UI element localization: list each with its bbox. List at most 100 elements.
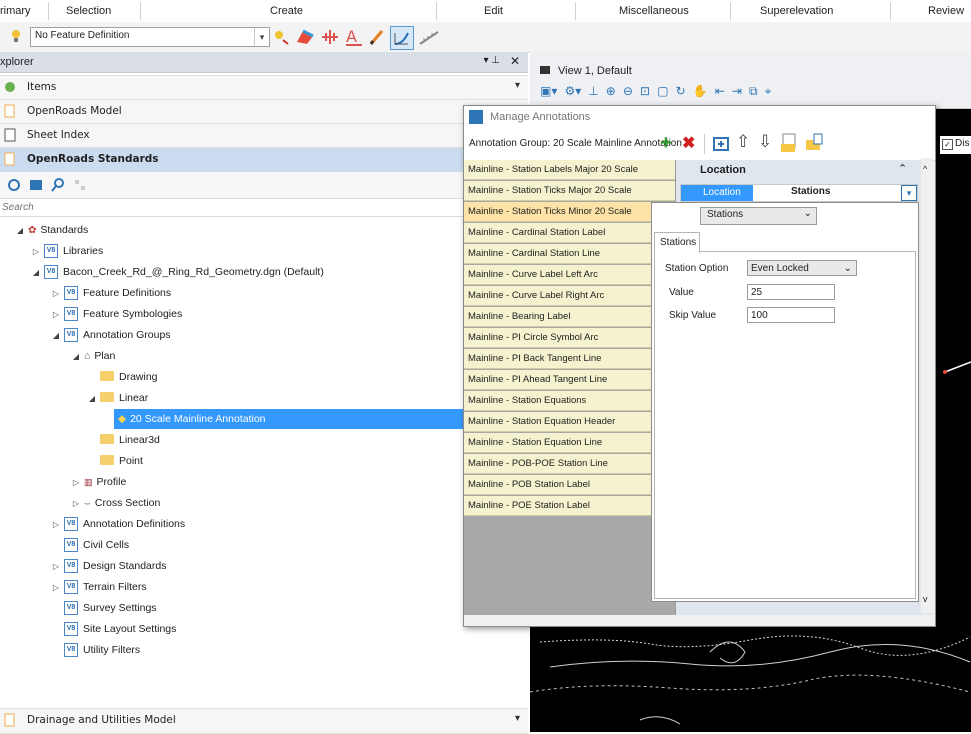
- refresh-icon[interactable]: [6, 177, 22, 196]
- annotation-list-item[interactable]: Mainline - POB-POE Station Line: [464, 454, 675, 474]
- annotation-list-item[interactable]: Mainline - Curve Label Left Arc: [464, 265, 675, 285]
- chevron-down-icon[interactable]: ▾: [515, 80, 520, 91]
- annotation-list-item[interactable]: Mainline - PI Ahead Tangent Line: [464, 370, 675, 390]
- station-option-select[interactable]: Even Locked ⌄: [747, 260, 857, 276]
- annotation-list-item[interactable]: Mainline - Bearing Label: [464, 307, 675, 327]
- annotation-list-item[interactable]: Mainline - Station Equations: [464, 391, 675, 411]
- tree-node-feature-definitions[interactable]: ▷ V8 Feature Definitions: [48, 283, 171, 303]
- delete-icon[interactable]: ✖: [682, 133, 695, 153]
- collapse-icon[interactable]: ◢: [12, 221, 28, 241]
- tree-node-standards[interactable]: ◢ ✿ Standards: [12, 220, 88, 240]
- feature-definition-icon[interactable]: [8, 28, 24, 44]
- view-attributes-icon[interactable]: ▣▾: [540, 84, 557, 98]
- tree-node-plan[interactable]: ◢ ⌂ Plan: [68, 346, 115, 366]
- next-view-icon[interactable]: ⇥: [732, 84, 742, 98]
- location-row[interactable]: Location Stations ▾: [680, 184, 918, 202]
- annotation-list-item[interactable]: Mainline - Station Ticks Major 20 Scale: [464, 181, 675, 201]
- tree-node-design-standards[interactable]: ▷ V8 Design Standards: [48, 556, 166, 576]
- find-icon[interactable]: [50, 177, 66, 196]
- expand-icon[interactable]: ▷: [28, 242, 44, 262]
- pan-icon[interactable]: ✋: [693, 84, 708, 98]
- tree-node-annotation-groups[interactable]: ◢ V8 Annotation Groups: [48, 325, 171, 345]
- station-marker-icon[interactable]: [320, 28, 340, 49]
- chevron-down-icon[interactable]: ▾: [515, 713, 520, 724]
- previous-view-icon[interactable]: ⇤: [715, 84, 725, 98]
- expand-icon[interactable]: ▷: [68, 494, 84, 514]
- section-openroads-model[interactable]: OpenRoads Model: [0, 99, 528, 125]
- tab-edit[interactable]: Edit: [484, 5, 503, 17]
- display-toggle[interactable]: ✓ Dis: [940, 136, 971, 154]
- camera-icon[interactable]: ⌖: [765, 84, 772, 98]
- annotation-list-item[interactable]: Mainline - PI Back Tangent Line: [464, 349, 675, 369]
- library-icon[interactable]: [28, 177, 44, 196]
- tree-node-linear[interactable]: ◢ Linear: [84, 388, 148, 408]
- tree-node-linear3d[interactable]: Linear3d: [100, 430, 160, 450]
- annotation-group-icon[interactable]: [390, 26, 414, 50]
- display-style-icon[interactable]: ⚙▾: [564, 84, 581, 98]
- zoom-in-icon[interactable]: ⊕: [606, 84, 616, 98]
- expand-icon[interactable]: ▷: [48, 284, 64, 304]
- tree-node-feature-symbologies[interactable]: ▷ V8 Feature Symbologies: [48, 304, 182, 324]
- tab-selection[interactable]: Selection: [66, 5, 111, 17]
- section-openroads-standards[interactable]: OpenRoads Standards: [0, 147, 528, 173]
- section-drainage[interactable]: Drainage and Utilities Model ▾: [0, 708, 528, 734]
- expand-icon[interactable]: ▷: [48, 557, 64, 577]
- collapse-icon[interactable]: ◢: [68, 347, 84, 367]
- fit-view-icon[interactable]: ▢: [657, 84, 668, 98]
- export-icon[interactable]: [804, 132, 824, 157]
- search-box[interactable]: [0, 198, 528, 217]
- value-input[interactable]: 25: [747, 284, 835, 300]
- stations-combo[interactable]: Stations ⌄: [700, 207, 817, 225]
- add-icon[interactable]: +: [660, 132, 672, 155]
- section-sheet-index[interactable]: Sheet Index: [0, 123, 528, 149]
- feature-symbology-icon[interactable]: [272, 28, 290, 49]
- tab-superelevation[interactable]: Superelevation: [760, 5, 833, 17]
- tree-node-utility-filters[interactable]: V8 Utility Filters: [64, 640, 140, 660]
- scroll-down-icon[interactable]: v: [923, 594, 928, 604]
- annotation-list-item[interactable]: Mainline - PI Circle Symbol Arc: [464, 328, 675, 348]
- checkbox-icon[interactable]: ✓: [942, 139, 953, 150]
- expand-icon[interactable]: ▷: [48, 515, 64, 535]
- annotation-list-item[interactable]: Mainline - Curve Label Right Arc: [464, 286, 675, 306]
- tree-node-annotation-definitions[interactable]: ▷ V8 Annotation Definitions: [48, 514, 185, 534]
- annotation-list-item[interactable]: Mainline - Station Equation Header: [464, 412, 675, 432]
- tree-node-profile[interactable]: ▷ ▥ Profile: [68, 472, 126, 492]
- annotation-list-item[interactable]: Mainline - Station Ticks Minor 20 Scale: [464, 202, 675, 222]
- scroll-up-icon[interactable]: ^: [923, 164, 927, 174]
- tree-node-dgn[interactable]: ◢ V8 Bacon_Creek_Rd_@_Ring_Rd_Geometry.dgn…: [28, 262, 324, 282]
- update-icon[interactable]: ⊥: [588, 84, 598, 98]
- copy-view-icon[interactable]: ⧉: [749, 84, 758, 98]
- chevron-up-icon[interactable]: ⌃: [898, 162, 907, 175]
- section-items[interactable]: Items ▾: [0, 75, 528, 101]
- annotation-list-item[interactable]: Mainline - Cardinal Station Label: [464, 223, 675, 243]
- move-down-icon[interactable]: ⇩: [758, 132, 772, 152]
- collapse-icon[interactable]: ◢: [84, 389, 100, 409]
- tree-node-survey-settings[interactable]: V8 Survey Settings: [64, 598, 157, 618]
- tree-node-cross-section[interactable]: ▷ ⌣ Cross Section: [68, 493, 160, 513]
- annotation-list-item[interactable]: Mainline - Cardinal Station Line: [464, 244, 675, 264]
- window-area-icon[interactable]: ⊡: [640, 84, 650, 98]
- tree-node-libraries[interactable]: ▷ V8 Libraries: [28, 241, 103, 261]
- annotation-list-item[interactable]: Mainline - POE Station Label: [464, 496, 675, 516]
- annotation-list-item[interactable]: Mainline - Station Equation Line: [464, 433, 675, 453]
- skip-value-input[interactable]: 100: [747, 307, 835, 323]
- tab-primary[interactable]: rimary: [0, 5, 31, 17]
- filter-icon[interactable]: [72, 177, 88, 196]
- pin-icon[interactable]: ▾ ⊥: [483, 55, 500, 66]
- import-icon[interactable]: [780, 132, 800, 157]
- insert-icon[interactable]: [712, 134, 732, 157]
- collapse-icon[interactable]: ◢: [48, 326, 64, 346]
- chevron-down-icon[interactable]: ⌄: [804, 208, 812, 219]
- close-icon[interactable]: ✕: [510, 54, 520, 68]
- tab-review[interactable]: Review: [928, 5, 964, 17]
- tab-create[interactable]: Create: [270, 5, 303, 17]
- chevron-down-icon[interactable]: ▾: [254, 28, 269, 46]
- tree-node-site-layout-settings[interactable]: V8 Site Layout Settings: [64, 619, 176, 639]
- feature-definition-select[interactable]: No Feature Definition ▾: [30, 27, 270, 47]
- tab-miscellaneous[interactable]: Miscellaneous: [619, 5, 689, 17]
- annotation-list-item[interactable]: Mainline - Station Labels Major 20 Scale: [464, 160, 675, 180]
- element-color-icon[interactable]: [295, 28, 315, 49]
- expand-icon[interactable]: ▷: [48, 305, 64, 325]
- zoom-out-icon[interactable]: ⊖: [623, 84, 633, 98]
- tree-node-point[interactable]: Point: [100, 451, 143, 471]
